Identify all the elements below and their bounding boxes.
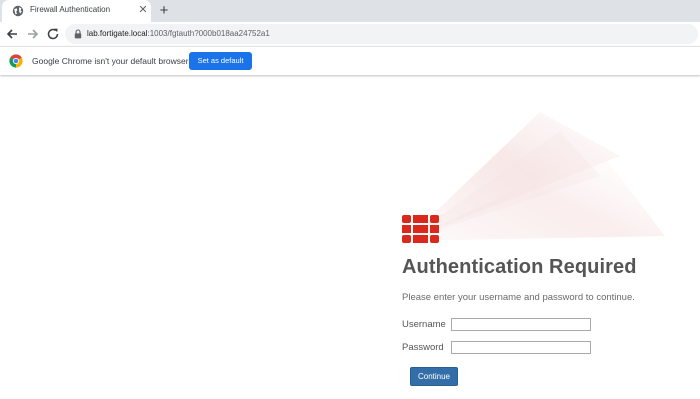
reload-icon[interactable] [46, 27, 60, 41]
page-title: Authentication Required [402, 256, 637, 278]
globe-icon [12, 5, 24, 17]
chrome-logo-icon [9, 54, 23, 68]
infobar-message: Google Chrome isn't your default browser [32, 56, 189, 66]
tab-strip: Firewall Authentication ✕ + [0, 0, 700, 22]
continue-button[interactable]: Continue [410, 367, 458, 386]
set-as-default-button[interactable]: Set as default [189, 52, 252, 70]
password-label: Password [402, 342, 444, 353]
fortinet-logo-icon [402, 215, 439, 243]
url-text: lab.fortigate.local:1003/fgtauth?000b018… [87, 29, 270, 38]
username-field[interactable] [451, 318, 591, 331]
default-browser-infobar: Google Chrome isn't your default browser… [0, 46, 700, 75]
username-label: Username [402, 319, 446, 330]
background-rays [405, 112, 665, 241]
plus-icon[interactable]: + [156, 2, 172, 20]
back-arrow-icon[interactable] [5, 27, 19, 41]
forward-arrow-icon[interactable] [26, 27, 40, 41]
lock-icon[interactable] [74, 29, 82, 39]
close-icon[interactable]: ✕ [137, 4, 149, 16]
url-path: :1003/fgtauth?000b018aa24752a1 [147, 29, 270, 38]
tab-title: Firewall Authentication [30, 5, 111, 14]
page-description: Please enter your username and password … [402, 292, 635, 303]
address-bar[interactable]: lab.fortigate.local:1003/fgtauth?000b018… [65, 24, 698, 44]
auth-page: Authentication Required Please enter you… [0, 76, 700, 399]
browser-toolbar: lab.fortigate.local:1003/fgtauth?000b018… [0, 22, 700, 46]
url-host: lab.fortigate.local [87, 29, 148, 38]
password-field[interactable] [451, 341, 591, 354]
tab-firewall-authentication[interactable]: Firewall Authentication ✕ [2, 0, 151, 22]
